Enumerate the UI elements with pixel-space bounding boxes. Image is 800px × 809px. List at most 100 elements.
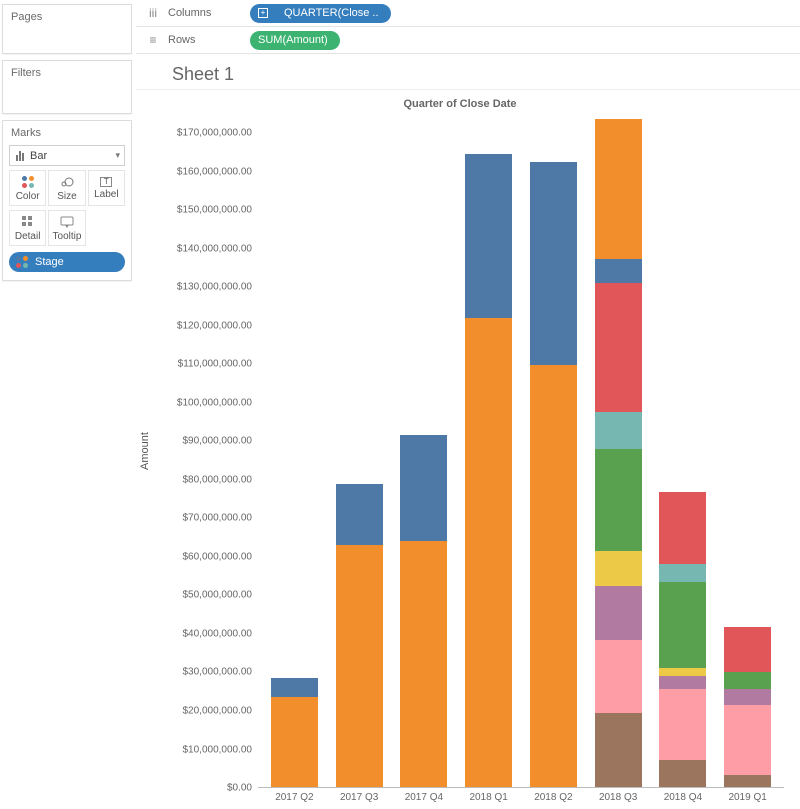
plot-area[interactable]: [258, 114, 784, 788]
y-tick: $80,000,000.00: [182, 474, 252, 485]
bar-segment[interactable]: [724, 689, 771, 705]
bar-segment[interactable]: [400, 541, 447, 787]
bar-column[interactable]: [336, 484, 383, 787]
bar-column[interactable]: [659, 492, 706, 787]
bar-segment[interactable]: [659, 564, 706, 582]
bar-segment[interactable]: [724, 705, 771, 775]
columns-shelf[interactable]: iii Columns + QUARTER(Close ..: [136, 0, 800, 27]
bar-segment[interactable]: [271, 678, 318, 698]
marks-row-2: Detail Tooltip: [9, 210, 125, 246]
chart-area: Quarter of Close Date Amount $170,000,00…: [136, 90, 800, 809]
marks-row-1: Color Size T Label: [9, 170, 125, 206]
marks-tooltip-button[interactable]: Tooltip: [48, 210, 85, 246]
marks-label-button[interactable]: T Label: [88, 170, 125, 206]
columns-pill[interactable]: + QUARTER(Close ..: [250, 4, 391, 23]
app-root: Pages Filters Marks Bar ▾: [0, 0, 800, 809]
y-tick: $150,000,000.00: [177, 205, 252, 216]
bar-column[interactable]: [271, 678, 318, 787]
y-tick: $50,000,000.00: [182, 590, 252, 601]
color-icon: [15, 255, 29, 269]
bar-segment[interactable]: [271, 697, 318, 787]
y-tick: $170,000,000.00: [177, 128, 252, 139]
x-tick: 2018 Q4: [659, 792, 706, 803]
bar-segment[interactable]: [659, 492, 706, 564]
bar-segment[interactable]: [336, 484, 383, 545]
x-axis-ticks: 2017 Q22017 Q32017 Q42018 Q12018 Q22018 …: [258, 788, 784, 803]
y-tick: $110,000,000.00: [178, 359, 252, 370]
pages-shelf[interactable]: Pages: [2, 4, 132, 54]
marks-detail-button[interactable]: Detail: [9, 210, 46, 246]
bar-segment[interactable]: [595, 713, 642, 787]
chevron-down-icon: ▾: [115, 150, 120, 161]
pages-title: Pages: [11, 11, 123, 23]
x-tick: 2018 Q1: [465, 792, 512, 803]
marks-tooltip-label: Tooltip: [53, 231, 82, 242]
bar-segment[interactable]: [724, 672, 771, 690]
y-tick: $10,000,000.00: [182, 744, 252, 755]
marks-detail-label: Detail: [15, 231, 41, 242]
bar-column[interactable]: [400, 435, 447, 787]
bar-segment[interactable]: [595, 551, 642, 586]
y-tick: $130,000,000.00: [177, 282, 252, 293]
bar-segment[interactable]: [724, 627, 771, 672]
y-tick: $70,000,000.00: [182, 513, 252, 524]
x-tick: 2017 Q3: [336, 792, 383, 803]
filters-shelf[interactable]: Filters: [2, 60, 132, 114]
marks-color-button[interactable]: Color: [9, 170, 46, 206]
rows-label: Rows: [168, 34, 196, 46]
bar-segment[interactable]: [659, 676, 706, 690]
bar-icon: [16, 151, 24, 161]
y-tick: $0.00: [227, 783, 252, 794]
columns-label: Columns: [168, 7, 211, 19]
bar-segment[interactable]: [595, 119, 642, 260]
bar-segment[interactable]: [595, 586, 642, 641]
y-tick: $30,000,000.00: [182, 667, 252, 678]
y-axis-ticks: $170,000,000.00$160,000,000.00$150,000,0…: [154, 114, 258, 788]
bar-segment[interactable]: [465, 154, 512, 318]
bar-column[interactable]: [724, 627, 771, 787]
y-tick: $60,000,000.00: [182, 551, 252, 562]
bar-segment[interactable]: [530, 162, 577, 365]
color-icon: [21, 175, 35, 189]
bar-segment[interactable]: [659, 668, 706, 676]
marks-title: Marks: [9, 127, 125, 145]
y-tick: $100,000,000.00: [177, 397, 252, 408]
bar-column[interactable]: [530, 162, 577, 787]
bar-segment[interactable]: [595, 283, 642, 412]
x-tick: 2018 Q2: [530, 792, 577, 803]
stage-pill[interactable]: Stage: [9, 252, 125, 272]
bar-column[interactable]: [465, 154, 512, 787]
bar-segment[interactable]: [530, 365, 577, 787]
y-tick: $120,000,000.00: [177, 320, 252, 331]
bar-segment[interactable]: [595, 640, 642, 712]
mark-type-dropdown[interactable]: Bar ▾: [9, 145, 125, 166]
bar-segment[interactable]: [659, 689, 706, 759]
bar-segment[interactable]: [336, 545, 383, 787]
bar-segment[interactable]: [659, 582, 706, 668]
bar-segment[interactable]: [465, 318, 512, 787]
right-panel: iii Columns + QUARTER(Close .. ≡ Rows: [136, 0, 800, 809]
shelves: iii Columns + QUARTER(Close .. ≡ Rows: [136, 0, 800, 54]
columns-pill-label: QUARTER(Close ..: [284, 7, 379, 19]
bar-segment[interactable]: [724, 775, 771, 787]
detail-icon: [21, 215, 35, 229]
x-tick: 2019 Q1: [724, 792, 771, 803]
sheet-title[interactable]: Sheet 1: [136, 54, 800, 90]
y-tick: $90,000,000.00: [182, 436, 252, 447]
filters-title: Filters: [11, 67, 123, 79]
bar-segment[interactable]: [595, 412, 642, 449]
left-panel: Pages Filters Marks Bar ▾: [0, 0, 136, 809]
rows-pill[interactable]: SUM(Amount): [250, 31, 340, 50]
mark-type-label: Bar: [30, 150, 47, 162]
chart-title: Quarter of Close Date: [136, 96, 784, 114]
y-axis-label: Amount: [139, 432, 151, 470]
rows-icon: ≡: [146, 33, 160, 47]
bar-column[interactable]: [595, 119, 642, 787]
marks-size-button[interactable]: Size: [48, 170, 85, 206]
bar-segment[interactable]: [659, 760, 706, 787]
bar-segment[interactable]: [400, 435, 447, 541]
rows-shelf[interactable]: ≡ Rows SUM(Amount): [136, 27, 800, 54]
x-tick: 2017 Q2: [271, 792, 318, 803]
bar-segment[interactable]: [595, 449, 642, 551]
bar-segment[interactable]: [595, 259, 642, 282]
